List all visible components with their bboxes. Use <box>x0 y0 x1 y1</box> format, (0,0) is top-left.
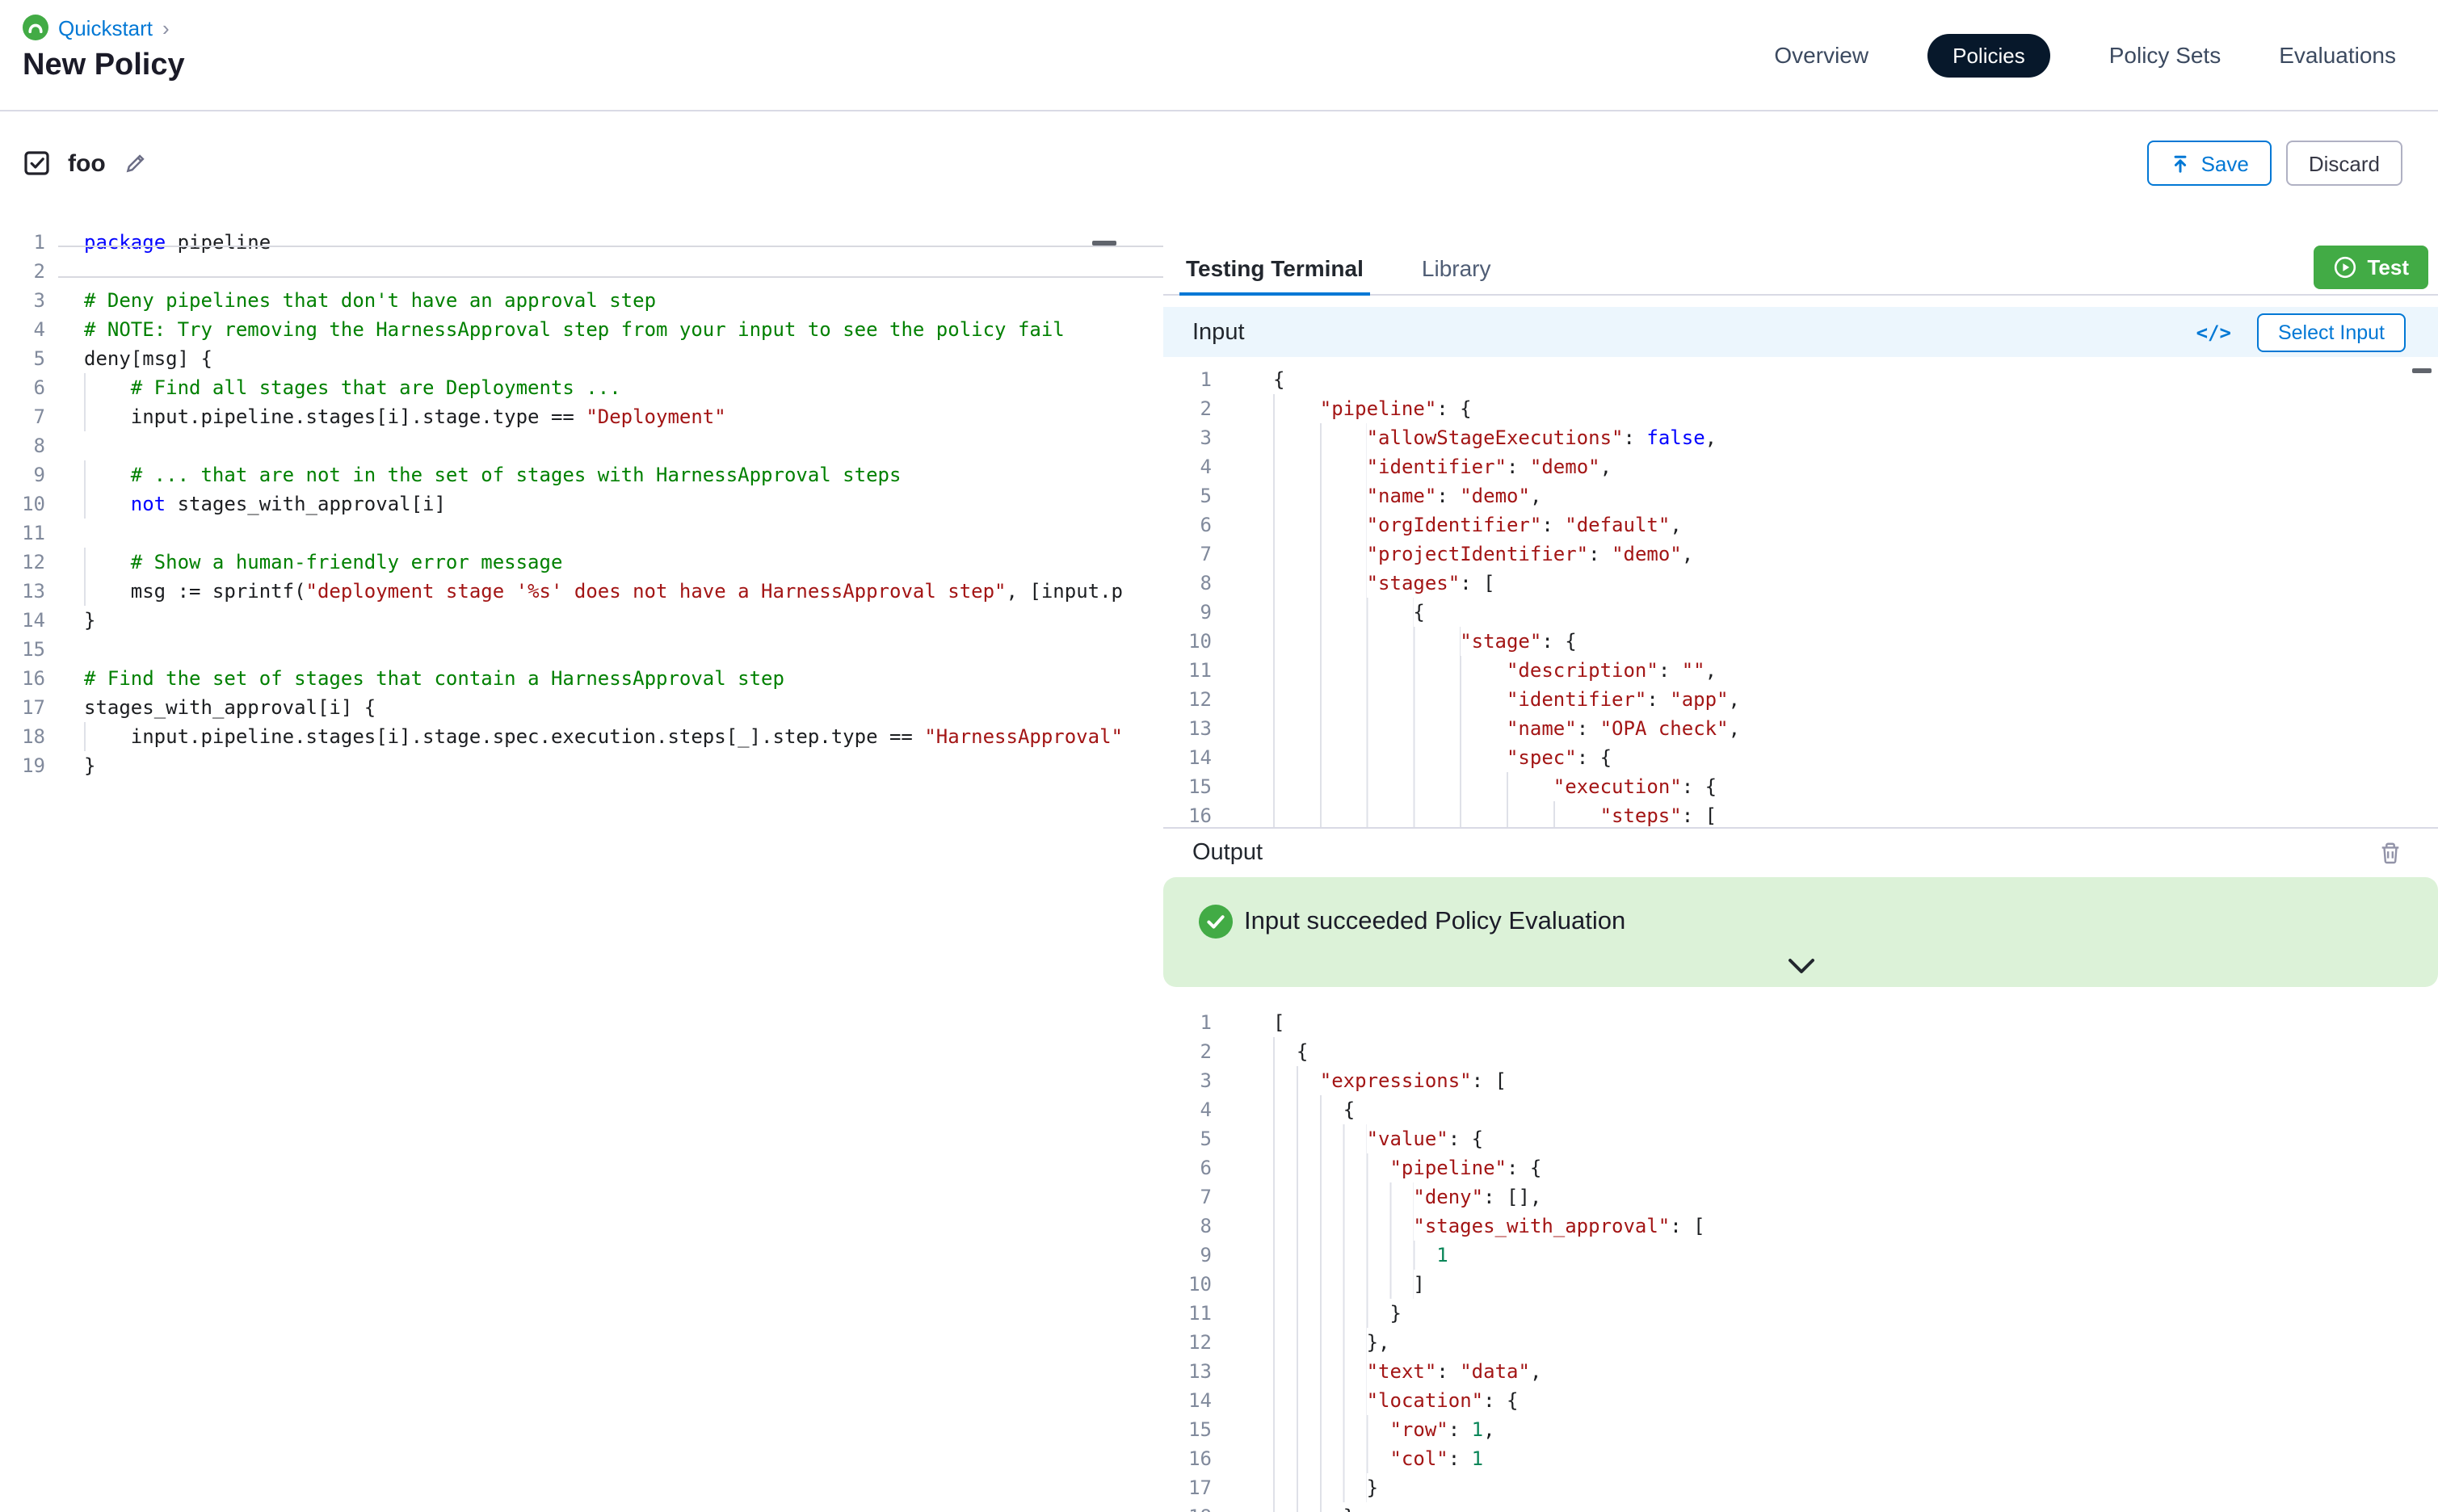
trash-icon <box>2378 840 2402 866</box>
test-button[interactable]: Test <box>2314 246 2428 289</box>
play-circle-icon <box>2333 255 2357 279</box>
policy-toolbar: foo Save Discard <box>0 111 2438 215</box>
policy-code-editor[interactable]: 12345678910111213141516171819 package pi… <box>0 215 1163 1512</box>
module-tabs: Overview Policies Policy Sets Evaluation… <box>1774 0 2396 110</box>
breadcrumb: Quickstart › <box>23 15 170 40</box>
select-input-button[interactable]: Select Input <box>2257 313 2406 351</box>
tab-overview[interactable]: Overview <box>1774 42 1868 68</box>
panel-tabs: Testing Terminal Library Test <box>1163 241 2438 296</box>
evaluation-success-banner[interactable]: Input succeeded Policy Evaluation <box>1163 877 2438 987</box>
overview-ruler-dash <box>1092 241 1116 246</box>
output-section-title: Output <box>1192 840 1263 866</box>
code-lines: [{"expressions": [{"value": {"pipeline":… <box>1231 1008 2438 1512</box>
policy-name: foo <box>68 149 106 177</box>
chevron-right-icon: › <box>162 15 170 40</box>
output-section-header: Output <box>1163 827 2438 877</box>
check-circle-icon <box>1199 905 1233 939</box>
discard-label: Discard <box>2309 151 2380 175</box>
tab-policies[interactable]: Policies <box>1927 33 2051 77</box>
test-label: Test <box>2367 255 2409 279</box>
page-title: New Policy <box>23 48 185 84</box>
line-number-gutter: 12345678910111213141516171819 <box>0 228 58 1512</box>
code-lines[interactable]: package pipeline# Deny pipelines that do… <box>58 228 1163 1512</box>
code-view-icon[interactable]: </> <box>2196 321 2231 343</box>
edit-name-button[interactable] <box>122 149 151 178</box>
clear-output-button[interactable] <box>2375 837 2406 869</box>
input-section-title: Input <box>1192 319 1245 345</box>
policy-icon <box>23 149 52 178</box>
app-root: Quickstart › New Policy Overview Policie… <box>0 0 2438 1512</box>
tab-evaluations[interactable]: Evaluations <box>2279 42 2396 68</box>
toolbar-actions: Save Discard <box>2148 141 2402 186</box>
testing-panel: Testing Terminal Library Test Input </> … <box>1163 215 2438 1512</box>
pencil-icon <box>125 152 148 174</box>
input-section-header: Input </> Select Input <box>1163 307 2438 357</box>
tab-testing-terminal[interactable]: Testing Terminal <box>1179 255 1370 296</box>
tab-policy-sets[interactable]: Policy Sets <box>2109 42 2222 68</box>
project-icon <box>23 15 48 40</box>
breadcrumb-project-link[interactable]: Quickstart <box>58 15 153 40</box>
line-number-gutter: 123456789101112131415161718 <box>1163 1008 1231 1512</box>
discard-button[interactable]: Discard <box>2286 141 2402 186</box>
line-number-gutter: 12345678910111213141516 <box>1163 365 1231 827</box>
code-lines[interactable]: {"pipeline": {"allowStageExecutions": fa… <box>1231 365 2438 827</box>
upload-icon <box>2171 153 2192 174</box>
tab-library[interactable]: Library <box>1415 255 1498 294</box>
input-header-controls: </> Select Input <box>2196 313 2406 351</box>
save-button[interactable]: Save <box>2148 141 2272 186</box>
banner-message: Input succeeded Policy Evaluation <box>1244 908 1625 937</box>
input-json-editor[interactable]: 12345678910111213141516 {"pipeline": {"a… <box>1163 357 2438 827</box>
policy-name-group: foo <box>23 149 151 178</box>
scrollbar-thumb[interactable] <box>2412 368 2432 373</box>
save-label: Save <box>2201 151 2249 175</box>
page-header: Quickstart › New Policy Overview Policie… <box>0 0 2438 111</box>
output-json-editor: 123456789101112131415161718 [{"expressio… <box>1163 1000 2438 1512</box>
chevron-down-icon[interactable] <box>1783 951 1818 982</box>
